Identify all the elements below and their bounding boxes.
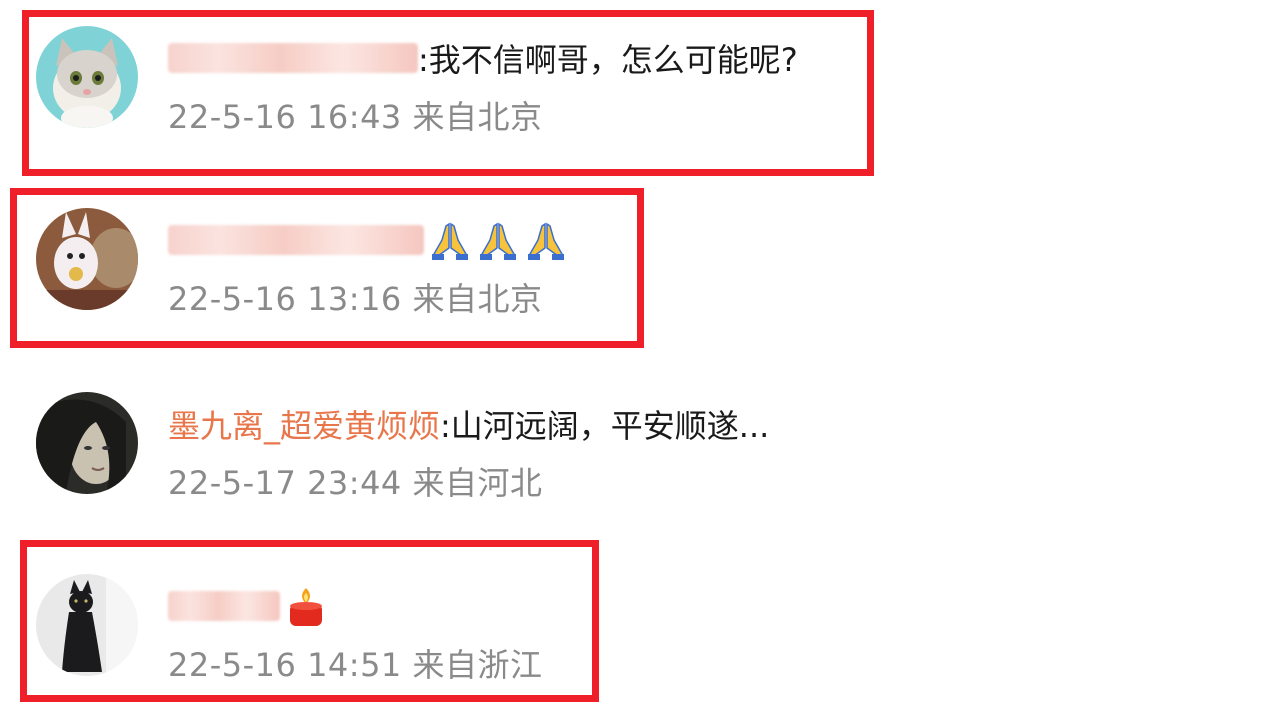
comment-meta: 22-5-17 23:44 来自河北 [168,464,543,502]
folded-hands-icon [476,218,520,262]
doll-avatar-icon[interactable] [36,208,138,310]
comment-item: 墨九离_超爱黄烦烦 :山河远阔，平安顺遂... 22-5-17 23:44 来自… [36,392,936,502]
black-cat-avatar-icon[interactable] [36,574,138,676]
blurred-username[interactable] [168,43,418,73]
folded-hands-icon [428,218,472,262]
comment-username[interactable]: 墨九离_超爱黄烦烦 [168,401,440,447]
cat-avatar-icon[interactable] [36,26,138,128]
comment-meta: 22-5-16 16:43 来自北京 [168,98,543,136]
comment-item: :我不信啊哥，怎么可能呢? 22-5-16 16:43 来自北京 [36,26,936,136]
folded-hands-icon [524,218,568,262]
candle-icon [284,584,328,628]
blurred-username[interactable] [168,591,280,621]
comment-text: :我不信啊哥，怎么可能呢? [418,41,798,79]
comment-meta: 22-5-16 14:51 来自浙江 [168,646,543,684]
person-avatar-icon[interactable] [36,392,138,494]
comment-item: 22-5-16 13:16 来自北京 [36,208,936,318]
blurred-username[interactable] [168,225,424,255]
comment-item: 22-5-16 14:51 来自浙江 [36,574,936,684]
comment-meta: 22-5-16 13:16 来自北京 [168,280,543,318]
comment-text: :山河远阔，平安顺遂... [440,407,770,445]
